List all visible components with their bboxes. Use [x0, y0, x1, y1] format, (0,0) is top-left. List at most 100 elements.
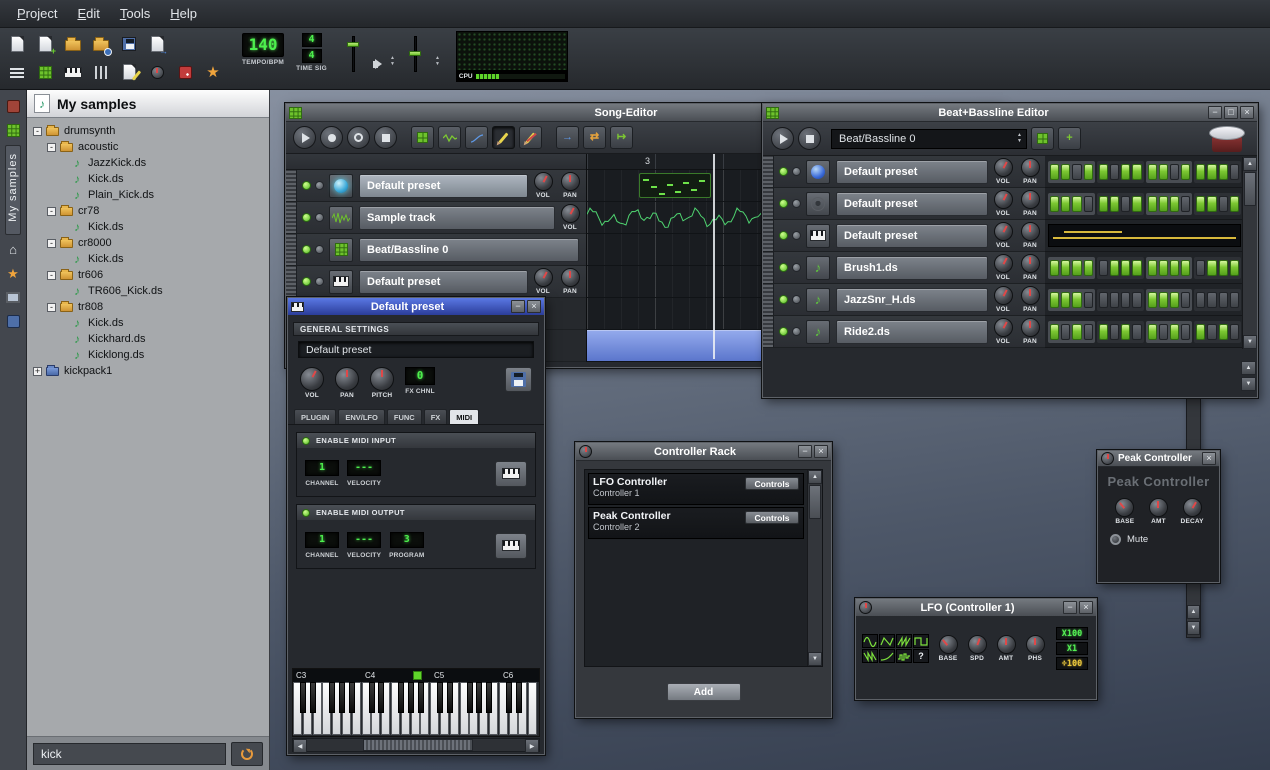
bb-step[interactable]: [1170, 324, 1179, 340]
bb-corner-scroll-buttons[interactable]: ▲ ▼: [1241, 361, 1256, 391]
project-notes-button[interactable]: [116, 59, 142, 85]
controller-item[interactable]: Peak ControllerController 2Controls: [588, 507, 804, 539]
bb-step[interactable]: [1061, 164, 1070, 180]
menu-project[interactable]: Project: [8, 2, 66, 25]
tree-item-kick-ds[interactable]: ♪Kick.ds: [27, 251, 269, 267]
bb-step[interactable]: [1207, 196, 1216, 212]
bb-step[interactable]: [1132, 164, 1141, 180]
sidebar-tab-presets[interactable]: [3, 120, 23, 140]
tree-item-tr606-kick-ds[interactable]: ♪TR606_Kick.ds: [27, 283, 269, 299]
piano-black-key[interactable]: [310, 682, 316, 713]
tab-fx[interactable]: FX: [424, 409, 448, 424]
scroll-thumb[interactable]: [1244, 172, 1256, 206]
waveform-exp-button[interactable]: [879, 649, 895, 663]
pan-knob[interactable]: [561, 172, 580, 191]
save-preset-button[interactable]: [505, 367, 532, 392]
add-sample-track-button[interactable]: [438, 126, 461, 149]
bb-step[interactable]: [1099, 260, 1108, 276]
bb-step[interactable]: [1196, 324, 1205, 340]
add-bb-pattern-button[interactable]: [1031, 127, 1054, 150]
menu-edit[interactable]: Edit: [68, 2, 108, 25]
track-solo-led[interactable]: [792, 231, 801, 240]
channel-display[interactable]: 1: [305, 460, 339, 476]
tree-item-drumsynth[interactable]: -drumsynth: [27, 123, 269, 139]
track-solo-led[interactable]: [315, 245, 324, 254]
bb-step[interactable]: [1061, 196, 1070, 212]
scroll-up-button[interactable]: ▲: [1243, 157, 1257, 171]
pitch-stepper[interactable]: ▲▼: [435, 56, 440, 67]
tree-item-tr606[interactable]: -tr606: [27, 267, 269, 283]
vol-knob[interactable]: [534, 172, 553, 191]
song-editor-toggle-button[interactable]: [4, 59, 30, 85]
bb-step[interactable]: [1159, 196, 1168, 212]
bb-step[interactable]: [1050, 260, 1059, 276]
track-name-button[interactable]: Default preset: [359, 174, 528, 198]
open-project-button[interactable]: [60, 31, 86, 57]
midi-output-device-button[interactable]: [495, 533, 527, 559]
piano-black-key[interactable]: [516, 682, 522, 713]
bb-step[interactable]: [1121, 196, 1130, 212]
tree-item-kicklong-ds[interactable]: ♪Kicklong.ds: [27, 347, 269, 363]
tree-toggle[interactable]: -: [47, 239, 56, 248]
bb-step[interactable]: [1084, 292, 1093, 308]
pan-knob[interactable]: [1021, 190, 1040, 209]
pattern-segment[interactable]: [639, 173, 711, 198]
lfo-titlebar[interactable]: LFO (Controller 1) −×: [856, 599, 1096, 617]
scroll-down-button[interactable]: ▼: [1187, 621, 1200, 635]
sidebar-tab-my-samples[interactable]: My samples: [5, 145, 21, 235]
track-grip[interactable]: [763, 220, 774, 251]
piano-black-key[interactable]: [506, 682, 512, 713]
bb-step[interactable]: [1099, 196, 1108, 212]
bb-step[interactable]: [1148, 324, 1157, 340]
bb-step[interactable]: [1219, 164, 1228, 180]
bb-step[interactable]: [1230, 292, 1239, 308]
phs-knob[interactable]: [1026, 635, 1045, 654]
draw-mode-button[interactable]: [492, 126, 515, 149]
track-solo-led[interactable]: [792, 199, 801, 208]
scroll-track[interactable]: [1243, 207, 1257, 335]
waveform-sine-button[interactable]: [862, 634, 878, 648]
scroll-down-button[interactable]: ▼: [1243, 335, 1257, 349]
fx-channel-display[interactable]: 0: [405, 367, 435, 385]
track-icon-button[interactable]: ♪: [806, 256, 830, 280]
track-solo-led[interactable]: [792, 263, 801, 272]
track-mute-led[interactable]: [302, 181, 311, 190]
track-icon-button[interactable]: [806, 160, 830, 184]
timesig-denominator-display[interactable]: 4: [302, 49, 322, 63]
bb-step[interactable]: [1084, 164, 1093, 180]
bb-pattern-melody[interactable]: [1048, 224, 1241, 247]
track-name-button[interactable]: Default preset: [836, 224, 988, 248]
pattern-selector-combo[interactable]: Beat/Bassline 0 ▲▼: [831, 129, 1027, 149]
bb-step[interactable]: [1181, 196, 1190, 212]
bb-step[interactable]: [1121, 164, 1130, 180]
track-mute-led[interactable]: [779, 295, 788, 304]
waveform-square-button[interactable]: [913, 634, 929, 648]
track-icon-button[interactable]: [806, 192, 830, 216]
program-display[interactable]: 3: [390, 532, 424, 548]
piano-black-key[interactable]: [378, 682, 384, 713]
controls-button[interactable]: Controls: [745, 477, 799, 490]
track-grip[interactable]: [763, 252, 774, 283]
bb-editor-titlebar[interactable]: Beat+Bassline Editor −□×: [763, 104, 1257, 122]
track-icon-button[interactable]: [329, 206, 353, 230]
bb-step[interactable]: [1196, 164, 1205, 180]
track-grip[interactable]: [286, 266, 297, 297]
waveform-saw-button[interactable]: [896, 634, 912, 648]
track-grip[interactable]: [286, 170, 297, 201]
multiplier-button-0[interactable]: X100: [1056, 627, 1088, 640]
midi-input-enable-led[interactable]: [302, 437, 310, 445]
bb-step[interactable]: [1099, 292, 1108, 308]
tree-toggle[interactable]: -: [47, 271, 56, 280]
midi-output-enable-led[interactable]: [302, 509, 310, 517]
waveform-inv-saw-button[interactable]: [862, 649, 878, 663]
sidebar-tab-root[interactable]: [3, 312, 23, 332]
tree-item-cr78[interactable]: -cr78: [27, 203, 269, 219]
bb-vertical-scrollbar[interactable]: ▲▼: [1242, 157, 1257, 349]
bb-step[interactable]: [1230, 196, 1239, 212]
velocity-display[interactable]: ---: [347, 460, 381, 476]
track-mute-led[interactable]: [779, 231, 788, 240]
sidebar-tab-home[interactable]: ⌂: [3, 240, 23, 260]
minimize-button[interactable]: −: [1208, 106, 1222, 119]
track-solo-led[interactable]: [315, 213, 324, 222]
bb-step[interactable]: [1132, 260, 1141, 276]
